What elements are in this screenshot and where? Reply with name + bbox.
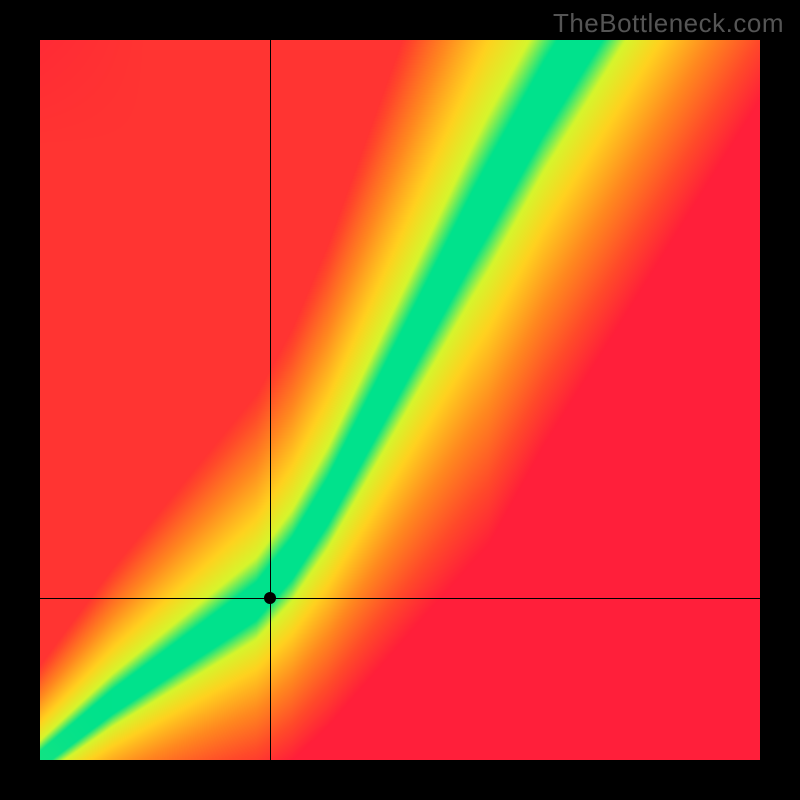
current-config-marker — [264, 592, 276, 604]
crosshair-vertical — [270, 40, 271, 760]
chart-frame: TheBottleneck.com — [0, 0, 800, 800]
bottleneck-heatmap — [40, 40, 760, 760]
watermark-text: TheBottleneck.com — [553, 8, 784, 39]
crosshair-horizontal — [40, 598, 760, 599]
